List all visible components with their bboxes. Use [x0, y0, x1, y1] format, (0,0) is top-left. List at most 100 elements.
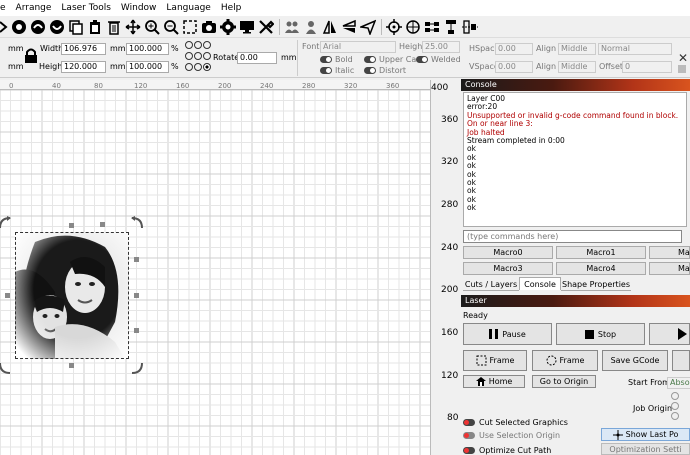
flip-icon[interactable] — [340, 18, 357, 35]
align-y-select[interactable]: Middle — [558, 61, 596, 73]
text-mode-select[interactable]: Normal — [598, 43, 672, 55]
macro1-button[interactable]: Macro1 — [556, 246, 646, 259]
handle-right-upper[interactable] — [134, 257, 139, 262]
handle-right-lower[interactable] — [134, 328, 139, 333]
frame-rect-button[interactable]: Frame — [463, 350, 527, 371]
frame-circle-button[interactable]: Frame — [532, 350, 598, 371]
camera-icon[interactable] — [200, 18, 217, 35]
tab-cuts-layers[interactable]: Cuts / Layers — [463, 278, 519, 291]
workspace-canvas[interactable]: 0 40 80 120 160 200 240 280 320 360 400 … — [0, 80, 460, 455]
handle-rotate[interactable] — [100, 222, 105, 227]
bold-toggle[interactable] — [320, 56, 332, 63]
align-x-select[interactable]: Middle — [558, 43, 596, 55]
record-icon[interactable] — [10, 18, 27, 35]
origin-tr[interactable] — [203, 41, 211, 49]
run-gcode-button[interactable] — [672, 350, 690, 371]
origin-bc[interactable] — [194, 63, 202, 71]
menu-language[interactable]: Language — [166, 0, 210, 16]
distort-toggle[interactable] — [364, 67, 376, 74]
go-to-origin-button[interactable]: Go to Origin — [532, 375, 596, 388]
move-icon[interactable] — [124, 18, 141, 35]
align-icon[interactable] — [461, 18, 478, 35]
zoom-out-icon[interactable] — [162, 18, 179, 35]
align-center-icon[interactable] — [404, 18, 421, 35]
open-icon[interactable] — [0, 18, 8, 35]
menu-file[interactable]: e — [0, 0, 6, 16]
optimize-cut-path-toggle[interactable] — [463, 447, 475, 454]
origin-mr[interactable] — [203, 52, 211, 60]
handle-right-center[interactable] — [134, 293, 139, 298]
macro5-button[interactable]: Ma — [649, 262, 690, 275]
zoom-in-icon[interactable] — [143, 18, 160, 35]
handle-top-center[interactable] — [69, 223, 74, 228]
handle-left-center[interactable] — [5, 293, 10, 298]
origin-mc[interactable] — [194, 52, 202, 60]
origin-br[interactable] — [203, 63, 211, 71]
distribute-h-icon[interactable] — [423, 18, 440, 35]
origin-tl[interactable] — [185, 41, 193, 49]
redo-icon[interactable] — [48, 18, 65, 35]
job-origin-radio[interactable] — [671, 412, 679, 420]
origin-tc[interactable] — [194, 41, 202, 49]
menu-arrange[interactable]: Arrange — [16, 0, 52, 16]
command-input[interactable]: (type commands here) — [463, 230, 682, 243]
scale-x-input[interactable]: 100.000 — [126, 43, 169, 55]
offset-input[interactable]: 0 — [622, 61, 672, 73]
menu-window[interactable]: Window — [121, 0, 157, 16]
target-icon[interactable] — [385, 18, 402, 35]
scale-y-input[interactable]: 100.000 — [126, 61, 169, 73]
send-icon[interactable] — [359, 18, 376, 35]
menu-help[interactable]: Help — [221, 0, 242, 16]
text-height-input[interactable]: 25.00 — [422, 41, 460, 53]
italic-toggle[interactable] — [320, 67, 332, 74]
optimize-cut-path-row[interactable]: Optimize Cut Path — [463, 446, 551, 455]
home-button[interactable]: Home — [463, 375, 525, 388]
rotate-input[interactable]: 0.00 — [237, 52, 277, 64]
zoom-fit-icon[interactable] — [181, 18, 198, 35]
use-selection-origin-row[interactable]: Use Selection Origin — [463, 431, 560, 440]
dropdown-icon[interactable] — [678, 65, 686, 75]
paste-icon[interactable] — [86, 18, 103, 35]
tab-shape-properties[interactable]: Shape Properties — [561, 278, 631, 291]
hspace-input[interactable]: 0.00 — [495, 43, 533, 55]
rotate-corner-icon[interactable] — [130, 216, 144, 232]
rotate-corner-icon[interactable] — [0, 216, 12, 232]
lock-icon[interactable] — [24, 48, 38, 66]
close-icon[interactable]: ✕ — [678, 51, 688, 65]
settings-icon[interactable] — [219, 18, 236, 35]
stop-button[interactable]: Stop — [556, 323, 645, 345]
save-gcode-button[interactable]: Save GCode — [602, 350, 668, 371]
show-last-position-button[interactable]: Show Last Po — [601, 428, 690, 441]
use-selection-origin-toggle[interactable] — [463, 432, 475, 439]
macro4-button[interactable]: Macro4 — [556, 262, 646, 275]
height-input[interactable]: 120.000 — [61, 61, 106, 73]
tools-icon[interactable] — [257, 18, 274, 35]
upper-case-toggle[interactable] — [364, 56, 376, 63]
users-icon[interactable] — [283, 18, 300, 35]
delete-icon[interactable] — [105, 18, 122, 35]
tab-console[interactable]: Console — [519, 277, 561, 290]
rotate-corner-icon[interactable] — [130, 361, 144, 377]
start-from-select[interactable]: Absolu — [667, 377, 690, 389]
origin-ml[interactable] — [185, 52, 193, 60]
console-log[interactable]: Layer C00 error:20 Unsupported or invalid … — [463, 92, 687, 227]
vspace-input[interactable]: 0.00 — [495, 61, 533, 73]
mirror-icon[interactable] — [321, 18, 338, 35]
optimization-settings-button[interactable]: Optimization Setti — [601, 443, 690, 455]
origin-bl[interactable] — [185, 63, 193, 71]
cut-selected-row[interactable]: Cut Selected Graphics — [463, 418, 568, 427]
job-origin-radio[interactable] — [671, 392, 679, 400]
rotate-corner-icon[interactable] — [0, 361, 12, 377]
pause-button[interactable]: Pause — [463, 323, 552, 345]
distribute-v-icon[interactable] — [442, 18, 459, 35]
macro3-button[interactable]: Macro3 — [463, 262, 553, 275]
job-origin-radio[interactable] — [671, 402, 679, 410]
welded-toggle[interactable] — [416, 56, 428, 63]
cut-selected-toggle[interactable] — [463, 419, 475, 426]
menu-laser-tools[interactable]: Laser Tools — [61, 0, 111, 16]
width-input[interactable]: 106.976 — [61, 43, 106, 55]
copy-icon[interactable] — [67, 18, 84, 35]
handle-bottom-center[interactable] — [69, 363, 74, 368]
undo-icon[interactable] — [29, 18, 46, 35]
macro0-button[interactable]: Macro0 — [463, 246, 553, 259]
